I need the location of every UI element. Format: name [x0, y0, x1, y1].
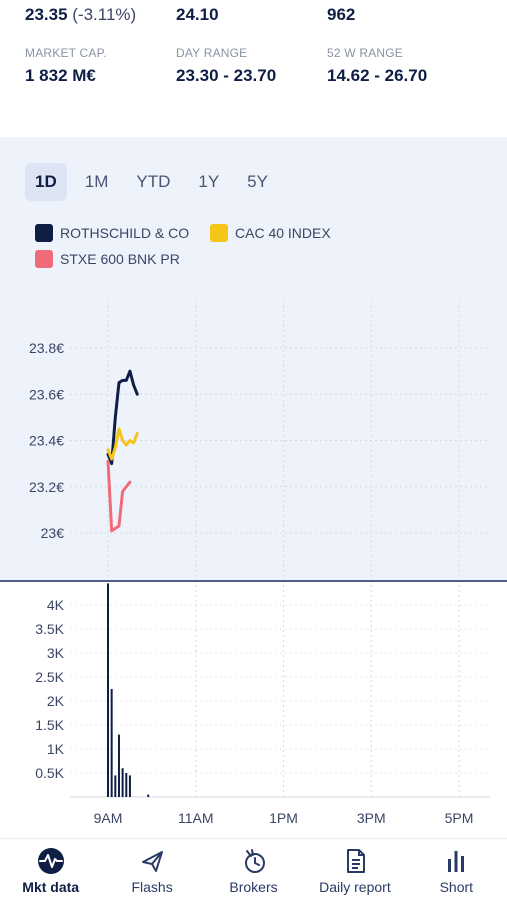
y-tick-label: 23€	[41, 525, 65, 541]
x-tick-label: 11AM	[178, 810, 214, 826]
y-tick-label: 4K	[47, 597, 65, 613]
x-tick-label: 5PM	[445, 810, 474, 826]
y-tick-label: 23.4€	[29, 433, 64, 449]
y-tick-label: 23.2€	[29, 479, 64, 495]
x-tick-label: 3PM	[357, 810, 386, 826]
x-tick-label: 9AM	[94, 810, 123, 826]
nav-label: Daily report	[319, 879, 391, 895]
y-tick-label: 1K	[47, 741, 65, 757]
nav-flashs[interactable]: Flashs	[101, 839, 202, 901]
volume-bar	[110, 689, 113, 797]
y-tick-label: 23.8€	[29, 340, 64, 356]
document-icon	[339, 847, 371, 875]
volume-bar	[114, 775, 117, 797]
series-line	[106, 369, 139, 466]
volume-bar	[125, 773, 128, 797]
nav-brokers[interactable]: Brokers	[203, 839, 304, 901]
volume-bar	[128, 775, 131, 797]
nav-mkt-data[interactable]: Mkt data	[0, 839, 101, 901]
y-tick-label: 3K	[47, 645, 65, 661]
nav-label: Short	[439, 879, 474, 895]
x-tick-label: 1PM	[269, 810, 298, 826]
nav-label: Brokers	[229, 879, 278, 895]
series-line	[106, 459, 132, 533]
y-tick-label: 23.6€	[29, 386, 64, 402]
y-tick-label: 2K	[47, 693, 65, 709]
volume-bar	[147, 794, 150, 797]
volume-bar	[107, 583, 109, 797]
bar-chart-icon	[440, 847, 472, 875]
nav-label: Flashs	[131, 879, 173, 895]
pulse-icon	[35, 847, 67, 875]
broker-icon	[238, 847, 270, 875]
nav-daily-report[interactable]: Daily report	[304, 839, 405, 901]
y-tick-label: 0.5K	[35, 765, 64, 781]
nav-label: Mkt data	[22, 879, 80, 895]
volume-bar	[117, 734, 120, 797]
send-icon	[136, 847, 168, 875]
y-tick-label: 2.5K	[35, 669, 64, 685]
y-tick-label: 1.5K	[35, 717, 64, 733]
volume-bar	[121, 768, 124, 797]
y-tick-label: 3.5K	[35, 621, 64, 637]
bottom-nav: Mkt data Flashs Brokers Daily report Sho…	[0, 838, 507, 901]
nav-short[interactable]: Short	[406, 839, 507, 901]
price-volume-chart: 23.8€ 23.6€ 23.4€ 23.2€ 23€ 4K 3.5K 3K 2.5K 2K 1.5…	[0, 300, 507, 826]
